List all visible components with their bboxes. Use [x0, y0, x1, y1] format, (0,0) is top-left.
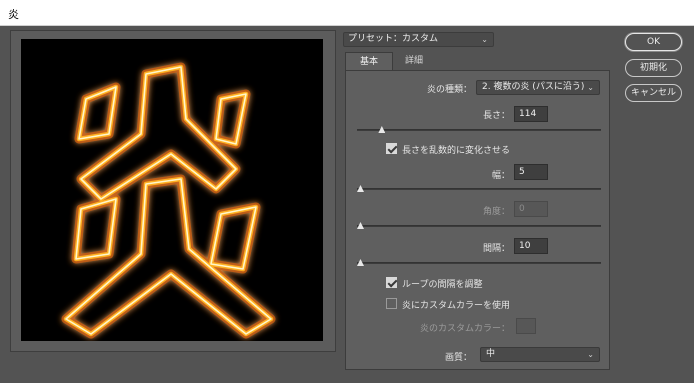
flame-type-label: 炎の種類：: [426, 85, 472, 95]
cancel-button[interactable]: キャンセル: [625, 84, 682, 102]
preset-dropdown[interactable]: プリセット：カスタム ⌄: [343, 32, 494, 47]
randomize-length-label: 長さを乱数的に変化させる: [402, 146, 511, 156]
interval-input[interactable]: 10: [514, 238, 548, 254]
width-label: 幅：: [491, 171, 510, 181]
angle-slider: [357, 222, 601, 229]
chevron-down-icon: ⌄: [481, 35, 488, 44]
interval-slider[interactable]: [357, 259, 601, 266]
flame-kanji-image: [61, 62, 276, 339]
length-slider[interactable]: [357, 126, 601, 133]
preset-value: プリセット：カスタム: [348, 34, 439, 44]
adjust-loop-label: ループの間隔を調整: [402, 280, 483, 290]
width-input[interactable]: 5: [514, 164, 548, 180]
window-title: 炎: [8, 8, 19, 21]
tab-basic[interactable]: 基本: [345, 52, 393, 70]
title-bar: 炎: [0, 0, 694, 26]
length-input[interactable]: 114: [514, 106, 548, 122]
ok-button[interactable]: OK: [625, 33, 682, 51]
chevron-down-icon: ⌄: [587, 83, 594, 92]
reset-button[interactable]: 初期化: [625, 59, 682, 77]
custom-color-swatch: [516, 318, 536, 334]
width-slider[interactable]: [357, 185, 601, 192]
randomize-length-checkbox[interactable]: [386, 143, 397, 154]
tab-detail[interactable]: 詳細: [394, 52, 434, 70]
custom-color-swatch-label: 炎のカスタムカラー：: [419, 324, 510, 334]
quality-value: 中: [486, 349, 496, 359]
interval-label: 間隔：: [482, 244, 510, 254]
flame-type-select[interactable]: 2. 複数の炎 (パスに沿う) ⌄: [476, 80, 600, 95]
flame-preview[interactable]: [21, 39, 323, 341]
adjust-loop-checkbox[interactable]: [386, 277, 397, 288]
custom-color-checkbox[interactable]: [386, 298, 397, 309]
quality-select[interactable]: 中 ⌄: [480, 347, 600, 362]
chevron-down-icon: ⌄: [587, 350, 594, 359]
flame-type-value: 2. 複数の炎 (パスに沿う): [482, 82, 585, 92]
angle-label: 角度：: [482, 207, 510, 217]
length-label: 長さ：: [482, 111, 510, 121]
angle-input: 0: [514, 201, 548, 217]
quality-label: 画質：: [444, 353, 472, 363]
custom-color-label: 炎にカスタムカラーを使用: [402, 301, 511, 311]
